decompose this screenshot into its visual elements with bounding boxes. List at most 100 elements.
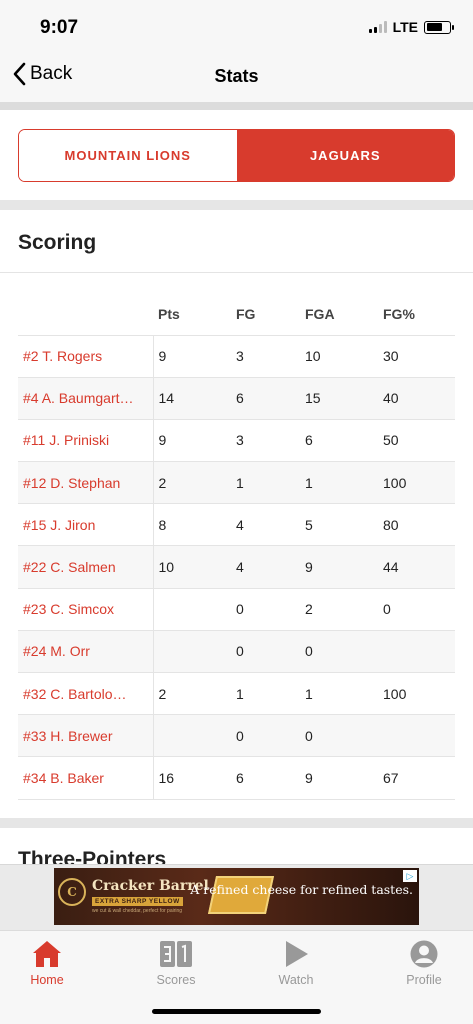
table-row: #22 C. Salmen 10 4 9 44 — [18, 545, 455, 589]
profile-icon — [410, 940, 438, 968]
points-cell — [153, 630, 231, 674]
field-goal-pct-cell: 100 — [378, 461, 455, 505]
points-cell — [153, 588, 231, 631]
player-name-link[interactable]: #23 C. Simcox — [18, 588, 154, 631]
field-goals-cell: 1 — [231, 672, 300, 716]
table-row: #23 C. Simcox 0 2 0 — [18, 588, 455, 631]
tab-label-home: Home — [30, 973, 64, 987]
team-segmented-control: MOUNTAIN LIONS JAGUARS — [18, 129, 455, 182]
scoring-card: Scoring Pts FG FGA FG% #2 T. Rogers 9 3 10 3… — [0, 210, 473, 818]
brand-logo-icon: C — [58, 878, 86, 906]
ad-fine-print: we cut & wall cheddar, perfect for pairi… — [92, 908, 183, 914]
ad-headline: A refined cheese for refined tastes. — [190, 882, 413, 897]
column-header-fg-pct: FG% — [378, 293, 455, 336]
points-cell: 9 — [153, 419, 231, 463]
tab-home[interactable]: Home — [7, 939, 87, 987]
home-icon — [33, 941, 61, 967]
field-goals-cell: 3 — [231, 335, 300, 378]
field-goals-cell: 6 — [231, 377, 300, 420]
ad-banner[interactable]: C Cracker Barrel EXTRA SHARP YELLOW we c… — [54, 868, 419, 925]
status-time: 9:07 — [40, 17, 79, 38]
tab-scores[interactable]: Scores — [136, 939, 216, 987]
points-cell: 2 — [153, 672, 231, 716]
table-row: #12 D. Stephan 2 1 1 100 — [18, 461, 455, 505]
column-header-fg: FG — [231, 293, 300, 336]
player-name-link[interactable]: #34 B. Baker — [18, 756, 154, 800]
team-tab-jaguars[interactable]: JAGUARS — [236, 130, 454, 181]
points-cell: 8 — [153, 503, 231, 547]
player-name-link[interactable]: #22 C. Salmen — [18, 545, 154, 589]
player-name-link[interactable]: #12 D. Stephan — [18, 461, 154, 505]
scoring-table: Pts FG FGA FG% #2 T. Rogers 9 3 10 30 #4 A. B… — [18, 293, 455, 800]
field-goals-cell: 0 — [231, 714, 300, 758]
field-goals-cell: 0 — [231, 630, 300, 674]
table-row: #11 J. Priniski 9 3 6 50 — [18, 419, 455, 463]
table-row: #24 M. Orr 0 0 — [18, 630, 455, 674]
field-goal-pct-cell — [378, 630, 455, 674]
scores-icon — [160, 941, 192, 967]
field-goal-pct-cell — [378, 714, 455, 758]
field-goal-attempts-cell: 1 — [300, 672, 378, 716]
field-goals-cell: 3 — [231, 419, 300, 463]
field-goal-attempts-cell: 1 — [300, 461, 378, 505]
play-icon — [286, 941, 308, 967]
table-row: #4 A. Baumgart… 14 6 15 40 — [18, 377, 455, 420]
network-label: LTE — [392, 19, 418, 35]
divider — [0, 272, 473, 273]
field-goals-cell: 1 — [231, 461, 300, 505]
divider — [0, 102, 473, 110]
tab-label-scores: Scores — [156, 973, 196, 987]
player-name-link[interactable]: #4 A. Baumgart… — [18, 377, 154, 420]
signal-icon — [368, 21, 387, 33]
field-goal-pct-cell: 30 — [378, 335, 455, 378]
field-goal-pct-cell: 67 — [378, 756, 455, 800]
field-goal-attempts-cell: 5 — [300, 503, 378, 547]
field-goal-attempts-cell: 0 — [300, 714, 378, 758]
navigation-bar: Back Stats — [0, 50, 473, 102]
field-goal-attempts-cell: 2 — [300, 588, 378, 631]
field-goal-pct-cell: 50 — [378, 419, 455, 463]
tab-profile[interactable]: Profile — [384, 939, 464, 987]
player-name-link[interactable]: #2 T. Rogers — [18, 335, 154, 378]
field-goal-attempts-cell: 0 — [300, 630, 378, 674]
status-indicators: LTE — [368, 19, 454, 35]
field-goal-attempts-cell: 10 — [300, 335, 378, 378]
section-title-scoring: Scoring — [18, 231, 97, 254]
points-cell: 2 — [153, 461, 231, 505]
table-row: #15 J. Jiron 8 4 5 80 — [18, 503, 455, 547]
column-header-fga: FGA — [300, 293, 378, 336]
points-cell: 16 — [153, 756, 231, 800]
points-cell: 14 — [153, 377, 231, 420]
team-toggle-card: MOUNTAIN LIONS JAGUARS — [0, 110, 473, 200]
adchoices-icon[interactable]: ▷ — [403, 870, 417, 882]
three-pointers-card: Three-Pointers — [0, 828, 473, 868]
field-goals-cell: 0 — [231, 588, 300, 631]
ad-product: EXTRA SHARP YELLOW — [92, 897, 183, 906]
table-row: #2 T. Rogers 9 3 10 30 — [18, 335, 455, 378]
table-header-row: Pts FG FGA FG% — [18, 293, 455, 336]
table-row: #33 H. Brewer 0 0 — [18, 714, 455, 758]
field-goal-attempts-cell: 15 — [300, 377, 378, 420]
column-header-player — [18, 293, 153, 336]
field-goal-pct-cell: 0 — [378, 588, 455, 631]
field-goals-cell: 4 — [231, 503, 300, 547]
field-goal-attempts-cell: 6 — [300, 419, 378, 463]
tab-watch[interactable]: Watch — [256, 939, 336, 987]
player-name-link[interactable]: #11 J. Priniski — [18, 419, 154, 463]
field-goals-cell: 4 — [231, 545, 300, 589]
battery-icon — [424, 20, 454, 34]
field-goal-pct-cell: 100 — [378, 672, 455, 716]
player-name-link[interactable]: #24 M. Orr — [18, 630, 154, 674]
player-name-link[interactable]: #32 C. Bartolo… — [18, 672, 154, 716]
team-tab-mountain-lions[interactable]: MOUNTAIN LIONS — [19, 130, 237, 181]
player-name-link[interactable]: #33 H. Brewer — [18, 714, 154, 758]
field-goal-attempts-cell: 9 — [300, 756, 378, 800]
tab-label-watch: Watch — [278, 973, 314, 987]
table-row: #32 C. Bartolo… 2 1 1 100 — [18, 672, 455, 716]
page-title: Stats — [214, 66, 259, 86]
points-cell: 9 — [153, 335, 231, 378]
field-goal-pct-cell: 80 — [378, 503, 455, 547]
player-name-link[interactable]: #15 J. Jiron — [18, 503, 154, 547]
divider — [0, 818, 473, 828]
field-goal-pct-cell: 44 — [378, 545, 455, 589]
